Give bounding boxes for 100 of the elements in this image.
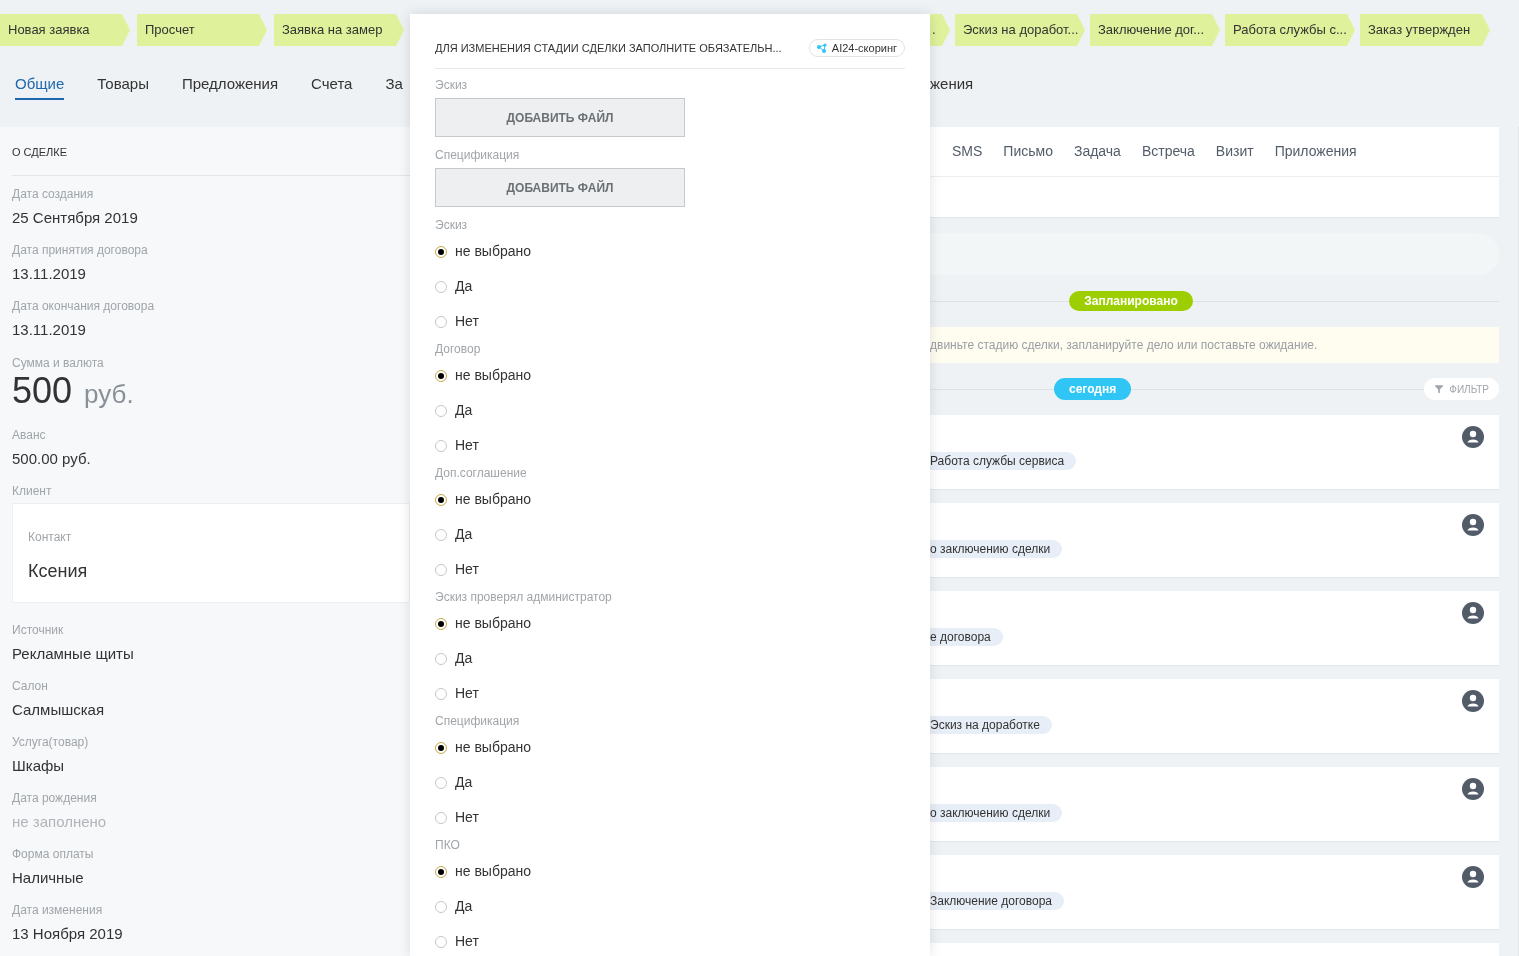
radio-option[interactable]: не выбрано [435,730,905,765]
radio-button[interactable] [435,439,447,452]
field-label: Дата принятия договора [12,242,149,257]
radio-button[interactable] [435,404,447,417]
field-label: Контакт [28,528,73,546]
radio-button[interactable] [435,493,447,506]
activity-tab[interactable]: Визит [1215,141,1254,162]
field-label: Эскиз [435,77,469,94]
user-icon [1462,514,1484,536]
stage-step[interactable]: Новая заявка [0,14,130,46]
field-label: Эскиз [435,217,469,234]
stage-step[interactable]: Заявка на замер [274,14,404,46]
user-icon [1462,778,1484,800]
add-file-button[interactable]: ДОБАВИТЬ ФАЙЛ [435,168,685,207]
field-label: Дата окончания договора [12,298,156,313]
currency: руб. [84,378,134,409]
user-icon [1462,426,1484,448]
field-value: Шкафы [12,755,66,776]
radio-button[interactable] [435,563,447,576]
stage-tag: о заключению сделки [930,804,1063,822]
radio-button[interactable] [435,315,447,328]
field-label: ПКО [435,837,461,854]
field-label: Клиент [12,483,53,498]
contact-name[interactable]: Ксения [28,557,409,585]
radio-option[interactable]: Да [435,765,905,800]
radio-option[interactable]: не выбрано [435,854,905,889]
radio-option[interactable]: Нет [435,800,905,835]
add-file-button[interactable]: ДОБАВИТЬ ФАЙЛ [435,98,685,137]
radio-option[interactable]: Нет [435,676,905,711]
radio-button[interactable] [435,776,447,789]
stage-step[interactable]: Просчет [137,14,267,46]
field-label: Источник [12,622,65,637]
stage-step[interactable]: Работа службы с... [1225,14,1355,46]
field-label: Дата создания [12,186,95,201]
field-label: Эскиз проверял администратор [435,589,613,606]
radio-button[interactable] [435,528,447,541]
field-label: Форма оплаты [12,846,95,861]
field-label: Дата рождения [12,790,98,805]
radio-button[interactable] [435,811,447,824]
field-value: 13.11.2019 [12,263,87,284]
activity-tab[interactable]: Задача [1073,141,1121,162]
radio-button[interactable] [435,369,447,382]
filter-icon [1434,384,1445,394]
activity-tab[interactable]: SMS [952,141,983,162]
stage-tag: е договора [930,628,1003,646]
tab[interactable]: За [385,73,403,100]
radio-option[interactable]: Нет [435,428,905,463]
radio-option[interactable]: Да [435,641,905,676]
comment-field[interactable] [930,233,1499,275]
tab[interactable]: Товары [97,73,149,100]
today-label: сегодня [1054,378,1132,400]
radio-option[interactable]: Да [435,889,905,924]
field-value: не заполнено [12,811,108,832]
amount-value: 500 [12,369,73,412]
stage-tag: Заключение договора [930,892,1065,910]
stage-tag: Эскиз на доработке [930,716,1052,734]
radio-button[interactable] [435,687,447,700]
planned-label: Запланировано [1069,291,1193,311]
radio-option[interactable]: не выбрано [435,358,905,393]
field-value: Рекламные щиты [12,643,135,664]
radio-option[interactable]: не выбрано [435,606,905,641]
stage-step[interactable]: Заключение дог... [1090,14,1220,46]
radio-button[interactable] [435,280,447,293]
stage-step[interactable]: Заказ утвержден [1360,14,1490,46]
activity-tab[interactable]: Встреча [1141,141,1195,162]
user-icon [1462,690,1484,712]
field-label: Спецификация [435,713,521,730]
activity-tab[interactable]: Письмо [1003,141,1053,162]
tab[interactable]: Предложения [181,73,279,100]
radio-option[interactable]: Нет [435,552,905,587]
radio-option[interactable]: Да [435,269,905,304]
radio-button[interactable] [435,741,447,754]
stage-tag: о заключению сделки [930,540,1063,558]
tab[interactable]: жения [930,73,974,100]
radio-option[interactable]: не выбрано [435,234,905,269]
radio-button[interactable] [435,245,447,258]
field-label: Сумма и валюта [12,355,105,370]
radio-option[interactable]: Да [435,517,905,552]
radio-option[interactable]: не выбрано [435,482,905,517]
stage-step[interactable]: . [930,14,950,46]
network-icon [816,43,827,53]
radio-option[interactable]: Да [435,393,905,428]
radio-option[interactable]: Нет [435,924,905,956]
radio-button[interactable] [435,865,447,878]
field-label: Спецификация [435,147,521,164]
activity-tab[interactable]: Приложения [1274,141,1357,162]
radio-button[interactable] [435,900,447,913]
radio-button[interactable] [435,652,447,665]
stage-step[interactable]: Эскиз на доработ... [955,14,1085,46]
radio-button[interactable] [435,617,447,630]
radio-button[interactable] [435,935,447,948]
tab[interactable]: Счета [311,73,353,100]
field-value: 25 Сентября 2019 [12,207,139,228]
field-value: 13 Ноября 2019 [12,923,124,944]
stage-tag: Работа службы сервиса [930,452,1077,470]
tab[interactable]: Общие [15,73,65,100]
field-value: 500.00 руб. [12,448,92,469]
user-icon [1462,602,1484,624]
field-value: Салмышская [12,699,106,720]
radio-option[interactable]: Нет [435,304,905,339]
